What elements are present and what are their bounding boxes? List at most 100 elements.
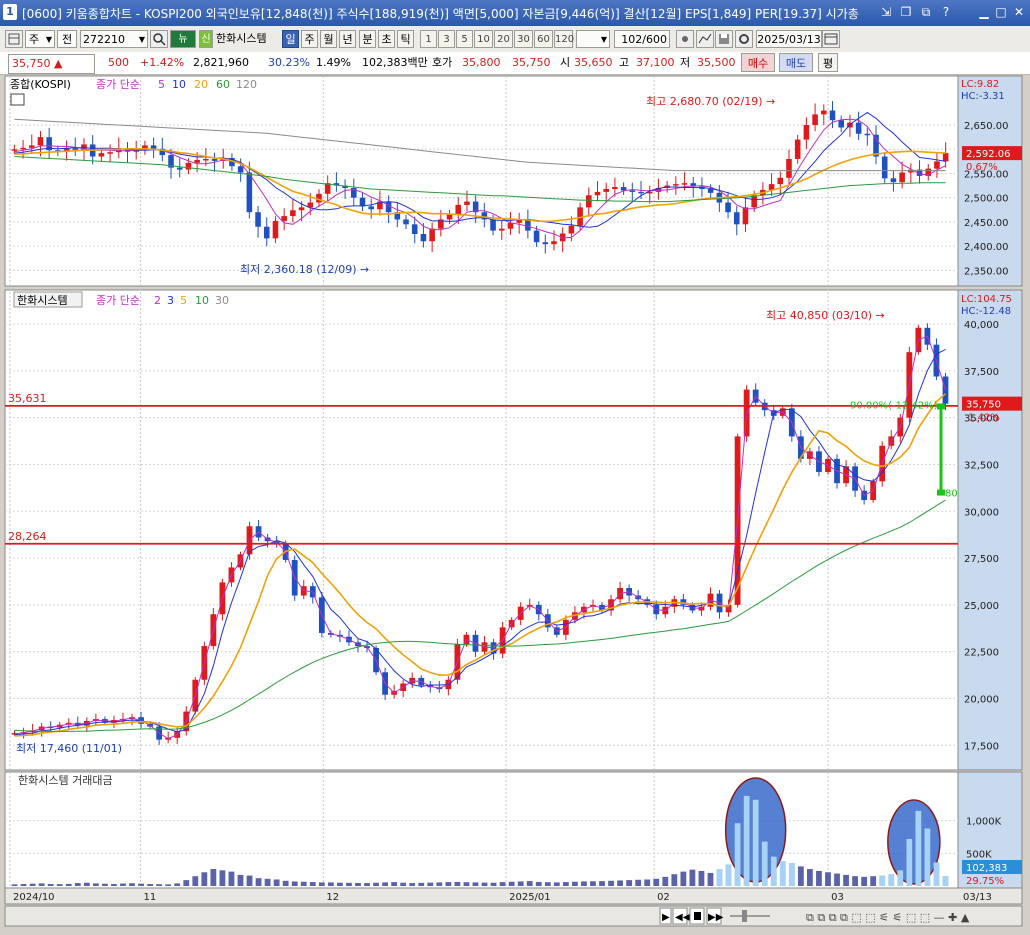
kospi-candle-107	[942, 153, 949, 162]
volume-bar-38	[355, 882, 361, 886]
kospi-candle-88	[777, 177, 784, 185]
foreign-pct: 1.49%	[316, 56, 351, 69]
volume-bar-71	[653, 878, 660, 886]
volume-bar-51	[472, 882, 479, 886]
kospi-legend-ma20: 20	[194, 78, 208, 91]
minimize-button[interactable]: ▁	[975, 4, 993, 21]
period-tab-tick[interactable]: 틱	[397, 30, 414, 48]
period-tab-week[interactable]: 주	[301, 30, 318, 48]
stock-y-tick-0: 40,000	[964, 320, 999, 331]
toolbar: 주 ▼ 전 272210 ▼ 뉴 신 한화시스템 일 주 월 년 분 초 틱 1 3…	[0, 26, 1030, 53]
buy-button[interactable]: 매수	[741, 53, 775, 72]
chart-tools-icon[interactable]: ⧉ ⧉ ⧉ ⧉ ⬚ ⬚ ⚟ ⚟ ⬚ ⬚ — ✚ ▲	[806, 911, 970, 924]
period-tab-day[interactable]: 일	[282, 30, 299, 48]
stock-low-annotation: 최저 17,460 (11/01)	[16, 742, 122, 755]
high-label: 고	[619, 56, 630, 69]
new-listing-toggle[interactable]: 뉴	[170, 30, 196, 48]
interval-custom-select[interactable]: ▼	[576, 30, 610, 48]
search-icon[interactable]	[150, 30, 168, 48]
copy-window-icon[interactable]: ❐	[897, 4, 915, 21]
stock-code-value: 272210	[83, 33, 125, 46]
kospi-candle-50	[446, 214, 453, 220]
interval-1[interactable]: 1	[420, 30, 437, 48]
detach-window-icon[interactable]: ⇲	[877, 4, 895, 21]
chart-type-icon[interactable]	[696, 30, 714, 48]
kospi-candle-83	[733, 212, 740, 225]
stock-y-tick-7: 22,500	[964, 648, 999, 659]
save-icon[interactable]	[715, 30, 733, 48]
kospi-candle-52	[464, 201, 470, 205]
maximize-button[interactable]: □	[992, 4, 1010, 21]
market-type-select[interactable]: 주 ▼	[25, 30, 55, 48]
period-tab-minute[interactable]: 분	[359, 30, 376, 48]
rewind-icon: ◀◀	[675, 912, 691, 923]
settings-icon[interactable]	[676, 30, 694, 48]
kospi-candle-85	[751, 195, 757, 208]
stock-y-tick-1: 37,500	[964, 367, 999, 378]
kospi-high-annotation: 최고 2,680.70 (02/19) →	[646, 95, 775, 108]
chevron-down-icon: ▼	[600, 35, 607, 44]
calendar-icon[interactable]	[822, 30, 840, 48]
volume-bar-46	[427, 882, 434, 886]
volume-highlight-2	[887, 799, 941, 885]
stock-legend-ma3: 3	[167, 294, 174, 307]
volume-bar-37	[346, 882, 352, 886]
data-count-max: /600	[642, 33, 667, 46]
kospi-legend-ma5: 5	[158, 78, 165, 91]
stock-code-input[interactable]: 272210 ▼	[80, 30, 148, 48]
stock-hc-label: HC:-12.48	[961, 306, 1011, 317]
volume-bar-11	[111, 884, 117, 886]
volume-bar-57	[526, 881, 533, 886]
kospi-candle-19	[176, 167, 183, 170]
volume-bar-92	[843, 874, 849, 886]
evaluate-button[interactable]: 평	[818, 53, 838, 72]
period-tab-second[interactable]: 초	[378, 30, 395, 48]
gear-icon[interactable]	[735, 30, 753, 48]
volume-bar-55	[508, 881, 515, 886]
title-bar: 1 [0600] 키움종합차트 - KOSPI200 외국인보유[12,848(…	[0, 0, 1030, 26]
kospi-legend-ma120: 120	[236, 78, 257, 91]
kospi-axis-panel	[957, 75, 1023, 287]
period-tab-year[interactable]: 년	[339, 30, 356, 48]
close-button[interactable]: ✕	[1010, 4, 1028, 21]
volume-bar-65	[599, 881, 605, 886]
interval-120[interactable]: 120	[554, 30, 574, 48]
volume-bar-5	[56, 884, 63, 886]
interval-30[interactable]: 30	[514, 30, 533, 48]
period-tab-month[interactable]: 월	[320, 30, 337, 48]
volume-bar-13	[129, 883, 135, 886]
sell-button[interactable]: 매도	[779, 53, 813, 72]
volume-bar-10	[102, 883, 108, 886]
volume-bar-hi-79	[725, 864, 732, 886]
tile-window-icon[interactable]: ⧉	[917, 4, 935, 21]
interval-5[interactable]: 5	[456, 30, 473, 48]
volume-bar-61	[562, 882, 569, 886]
chart-menu-icon[interactable]	[5, 30, 23, 48]
interval-10[interactable]: 10	[474, 30, 493, 48]
interval-60[interactable]: 60	[534, 30, 553, 48]
volume-bar-hi-103	[942, 876, 949, 886]
volume-bar-73	[671, 874, 678, 886]
prev-button[interactable]: 전	[57, 30, 77, 48]
volume-bar-67	[617, 880, 623, 886]
kospi-candle-55	[490, 219, 496, 231]
interval-3[interactable]: 3	[438, 30, 455, 48]
volume-bar-hi-81	[743, 795, 750, 886]
kospi-candle-10	[98, 153, 105, 157]
volume-bar-hi-86	[788, 863, 795, 886]
price-bar: 35,750 ▲ 500 +1.42% 2,821,960 30.23% 1.4…	[0, 52, 1030, 75]
volume-bar-74	[680, 871, 687, 886]
date-input[interactable]: 2025/03/13	[756, 30, 822, 48]
kospi-candle-46	[411, 224, 418, 234]
help-icon[interactable]: ?	[937, 4, 955, 21]
volume-bar-hi-99	[906, 838, 913, 886]
interval-20[interactable]: 20	[494, 30, 513, 48]
stock-y-tick-6: 25,000	[964, 601, 999, 612]
zoom-slider-handle[interactable]	[742, 910, 747, 922]
kospi-candle-102	[899, 172, 905, 183]
volume-bar-44	[409, 883, 416, 886]
data-count-input[interactable]: 102/600	[614, 30, 670, 48]
kospi-candle-98	[864, 133, 871, 136]
volume-bar-56	[517, 881, 524, 886]
volume-legend-title: 한화시스템 거래대금	[18, 774, 113, 787]
